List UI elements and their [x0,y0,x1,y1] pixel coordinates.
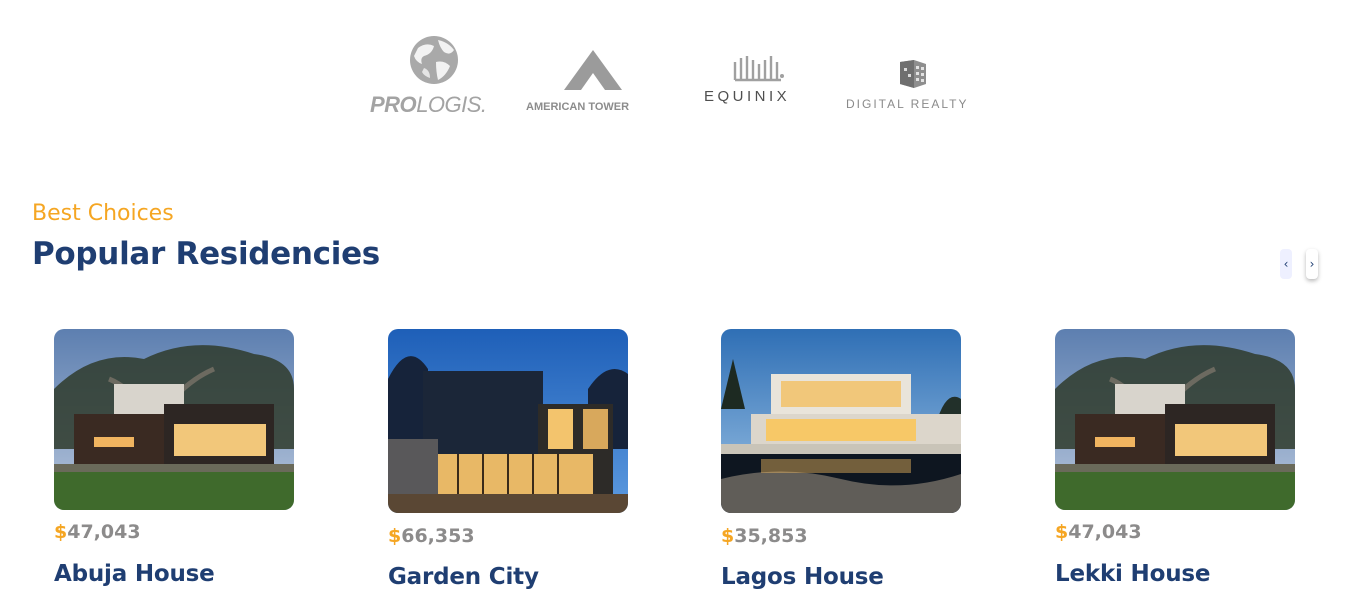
company-logo-equinix: EQUINIX [702,52,812,114]
page: PROLOGIS. AMERICAN TOWER EQUINIX DIGITAL… [0,0,1349,599]
residency-name: Garden City [388,564,539,590]
slider-next-button[interactable]: › [1306,249,1318,279]
residency-card[interactable]: $47,043 Abuja House [54,329,294,599]
residency-name: Lekki House [1055,561,1211,587]
residency-price: $35,853 [721,525,808,547]
company-logo-digital-realty: DIGITAL REALTY [844,56,986,114]
equinix-wordmark: EQUINIX [704,88,791,105]
prologis-wordmark: PROLOGIS. [370,92,487,117]
cube-icon [900,60,926,88]
equinix-bars-icon [733,56,784,82]
residency-card[interactable]: $47,043 Lekki House [1055,329,1295,599]
digital-realty-wordmark: DIGITAL REALTY [846,97,969,111]
section-title: Popular Residencies [32,236,380,272]
globe-icon [410,36,458,84]
residency-price: $47,043 [1055,521,1142,543]
residency-card[interactable]: $66,353 Garden City [388,329,628,599]
residency-image [721,329,961,513]
companies-strip: PROLOGIS. AMERICAN TOWER EQUINIX DIGITAL… [368,30,988,122]
residency-price: $66,353 [388,525,475,547]
residency-name: Abuja House [54,561,215,587]
section-eyebrow: Best Choices [32,201,174,226]
residency-name: Lagos House [721,564,884,590]
chevron-left-icon: ‹ [1283,257,1289,271]
slider-nav: ‹ › [1279,249,1321,279]
residency-image [1055,329,1295,510]
company-logo-prologis: PROLOGIS. [368,30,503,122]
residency-image [388,329,628,513]
residency-image [54,329,294,510]
chevron-right-icon: › [1309,257,1315,271]
american-tower-wordmark: AMERICAN TOWER [526,101,630,113]
company-logo-american-tower: AMERICAN TOWER [524,48,666,120]
residency-price: $47,043 [54,521,141,543]
slider-prev-button[interactable]: ‹ [1280,249,1292,279]
tower-icon [564,50,622,90]
residency-card[interactable]: $35,853 Lagos House [721,329,961,599]
